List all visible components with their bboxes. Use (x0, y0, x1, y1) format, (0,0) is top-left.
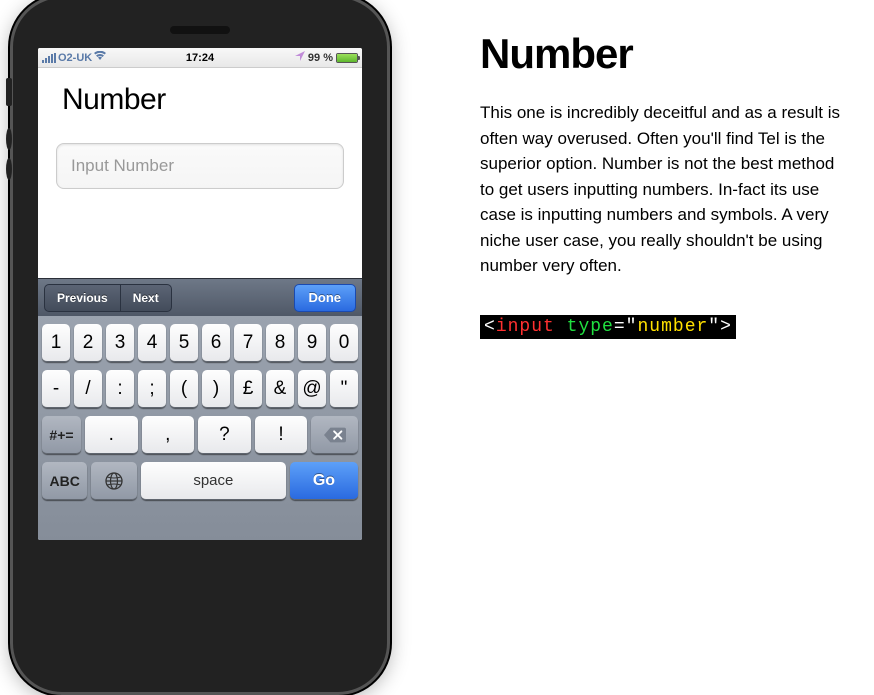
page-title: Number (62, 83, 344, 117)
screen-content: Number Input Number (38, 68, 362, 278)
status-left: O2-UK (42, 51, 106, 64)
code-q2: " (708, 317, 720, 337)
keyboard-row-4: ABC space Go (42, 462, 358, 500)
ios-keyboard: 1234567890 -/:;()£&@" #+= .,?! ABC space… (38, 316, 362, 540)
key-)[interactable]: ) (202, 370, 230, 408)
article-title: Number (480, 30, 844, 78)
key-9[interactable]: 9 (298, 324, 326, 362)
phone-screen: O2-UK 17:24 99 % Number Input Nu (38, 48, 362, 540)
key-3[interactable]: 3 (106, 324, 134, 362)
code-close: > (720, 317, 732, 337)
code-attr: type (567, 317, 614, 337)
key-![interactable]: ! (255, 416, 308, 454)
key-2[interactable]: 2 (74, 324, 102, 362)
key-1[interactable]: 1 (42, 324, 70, 362)
battery-percent: 99 % (308, 52, 333, 64)
done-button[interactable]: Done (294, 284, 357, 312)
symbols-toggle-key[interactable]: #+= (42, 416, 81, 454)
carrier-label: O2-UK (58, 52, 92, 64)
space-key[interactable]: space (141, 462, 286, 500)
next-button[interactable]: Next (120, 284, 172, 312)
key-.[interactable]: . (85, 416, 138, 454)
backspace-key[interactable] (311, 416, 358, 454)
key-&[interactable]: & (266, 370, 294, 408)
code-eq: = (614, 317, 626, 337)
key-0[interactable]: 0 (330, 324, 358, 362)
status-right: 99 % (295, 51, 358, 64)
key-6[interactable]: 6 (202, 324, 230, 362)
key-/[interactable]: / (74, 370, 102, 408)
wifi-icon (94, 51, 106, 64)
key-;[interactable]: ; (138, 370, 166, 408)
article-column: Number This one is incredibly deceitful … (430, 0, 874, 524)
key-([interactable]: ( (170, 370, 198, 408)
keyboard-accessory-bar: Previous Next Done (38, 278, 362, 316)
code-example: <input type="number"> (480, 315, 736, 339)
battery-icon (336, 53, 358, 63)
phone-volume-down (6, 158, 12, 180)
key-5[interactable]: 5 (170, 324, 198, 362)
key-:[interactable]: : (106, 370, 134, 408)
key-@[interactable]: @ (298, 370, 326, 408)
globe-key[interactable] (91, 462, 136, 500)
key-7[interactable]: 7 (234, 324, 262, 362)
code-q1: " (626, 317, 638, 337)
go-key[interactable]: Go (290, 462, 358, 500)
keyboard-row-1: 1234567890 (42, 324, 358, 362)
key--[interactable]: - (42, 370, 70, 408)
number-input[interactable]: Input Number (56, 143, 344, 189)
keyboard-row-3: #+= .,?! (42, 416, 358, 454)
code-open: < (484, 317, 496, 337)
key-8[interactable]: 8 (266, 324, 294, 362)
phone-side-switch (6, 78, 12, 106)
status-bar: O2-UK 17:24 99 % (38, 48, 362, 68)
abc-toggle-key[interactable]: ABC (42, 462, 87, 500)
location-icon (295, 51, 305, 64)
signal-icon (42, 53, 56, 63)
phone-volume-up (6, 128, 12, 150)
status-time: 17:24 (186, 52, 214, 64)
key-4[interactable]: 4 (138, 324, 166, 362)
input-placeholder: Input Number (71, 156, 174, 176)
previous-button[interactable]: Previous (44, 284, 120, 312)
key-,[interactable]: , (142, 416, 195, 454)
code-val: number (637, 317, 708, 337)
phone-mockup-column: O2-UK 17:24 99 % Number Input Nu (0, 0, 430, 524)
iphone-mockup: O2-UK 17:24 99 % Number Input Nu (10, 0, 390, 695)
key-"[interactable]: " (330, 370, 358, 408)
keyboard-row-2: -/:;()£&@" (42, 370, 358, 408)
key-?[interactable]: ? (198, 416, 251, 454)
code-tag: input (496, 317, 555, 337)
article-body: This one is incredibly deceitful and as … (480, 100, 844, 279)
key-£[interactable]: £ (234, 370, 262, 408)
